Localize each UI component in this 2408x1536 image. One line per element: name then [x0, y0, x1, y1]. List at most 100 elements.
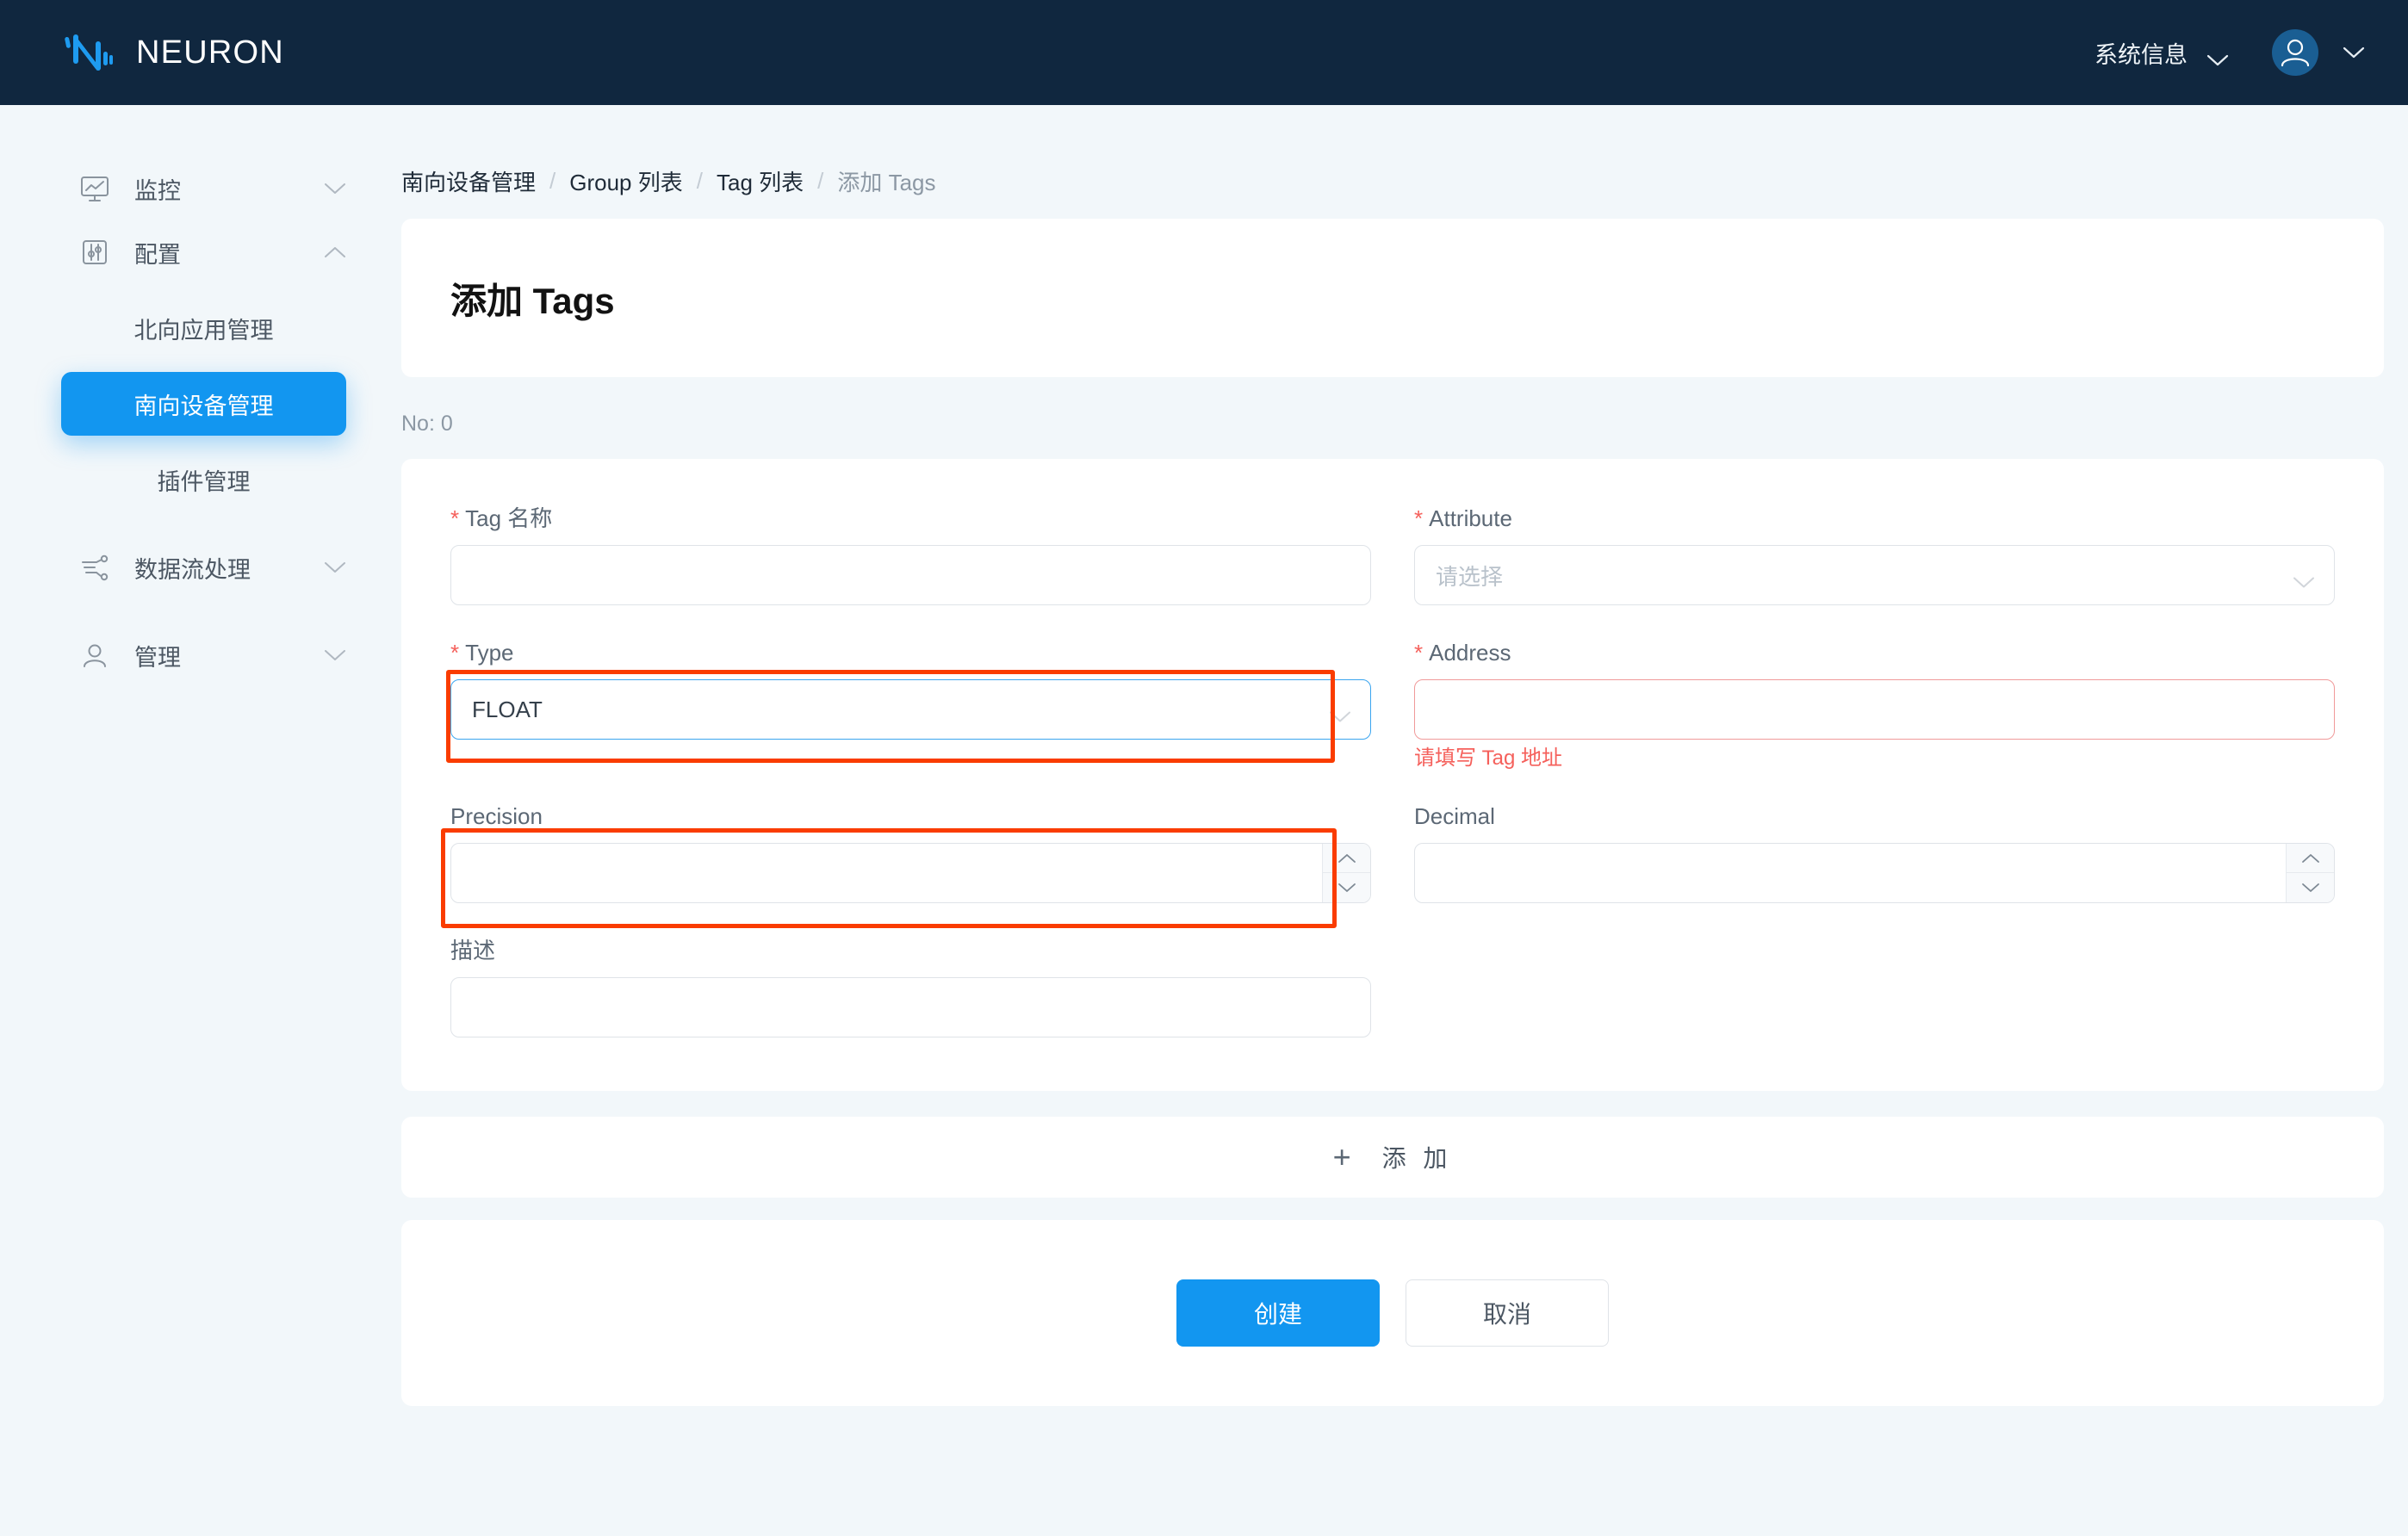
attribute-placeholder: 请选择: [1436, 563, 1504, 590]
required-asterisk: *: [450, 505, 460, 531]
sidebar-item-label: 监控: [134, 177, 181, 204]
field-label-address: * Address: [1414, 641, 2335, 664]
precision-stepper[interactable]: [1322, 844, 1370, 902]
chevron-down-icon: [2293, 569, 2315, 588]
breadcrumb-separator: /: [817, 167, 824, 194]
top-bar: NEURON 系统信息: [0, 0, 2408, 105]
monitor-chart-icon: [78, 171, 112, 206]
add-tag-row-button[interactable]: + 添 加: [401, 1117, 2384, 1198]
page-title: 添加 Tags: [450, 280, 615, 321]
user-icon: [78, 638, 112, 672]
field-description: 描述: [450, 939, 1371, 1037]
tag-form-grid: * Tag 名称 * Attribute 请选择 * Type FLOAT * …: [450, 507, 2335, 1037]
address-input[interactable]: [1414, 679, 2335, 740]
breadcrumb: 南向设备管理 / Group 列表 / Tag 列表 / 添加 Tags: [377, 105, 2408, 195]
required-asterisk: *: [1414, 640, 1424, 666]
attribute-select[interactable]: 请选择: [1414, 545, 2335, 605]
tag-form-card: * Tag 名称 * Attribute 请选择 * Type FLOAT * …: [401, 459, 2384, 1091]
chevron-down-icon[interactable]: [2287, 873, 2334, 902]
sidebar-item-label: 管理: [134, 644, 181, 671]
field-label-description: 描述: [450, 939, 1371, 962]
decimal-input[interactable]: [1415, 844, 2286, 902]
chevron-down-icon: [2343, 46, 2365, 59]
plus-icon: +: [1332, 1139, 1351, 1174]
field-tag-name: * Tag 名称: [450, 507, 1371, 605]
chevron-up-icon: [324, 246, 346, 259]
breadcrumb-item-southbound[interactable]: 南向设备管理: [401, 165, 536, 197]
row-spacer: [450, 605, 1371, 641]
breadcrumb-item-add-tags: 添加 Tags: [837, 169, 936, 195]
breadcrumb-separator: /: [549, 167, 556, 194]
page-title-card: 添加 Tags: [401, 219, 2384, 377]
system-info-label: 系统信息: [2095, 41, 2188, 68]
brand-name: NEURON: [136, 34, 284, 71]
precision-input[interactable]: [451, 844, 1322, 902]
sliders-icon: [78, 235, 112, 269]
sidebar-item-northbound-apps[interactable]: 北向应用管理: [61, 296, 346, 360]
description-input[interactable]: [450, 977, 1371, 1037]
row-spacer: [450, 903, 1371, 939]
cancel-button[interactable]: 取消: [1406, 1279, 1609, 1347]
row-spacer: [1414, 903, 2335, 939]
chevron-down-icon: [324, 649, 346, 662]
sidebar-item-southbound-devices[interactable]: 南向设备管理: [61, 372, 346, 436]
sidebar-item-label: 数据流处理: [134, 556, 251, 583]
field-label-type: * Type: [450, 641, 1371, 664]
chevron-down-icon: [324, 561, 346, 574]
label-text: Address: [1429, 640, 1511, 666]
sidebar-item-config[interactable]: 配置: [0, 220, 377, 284]
type-select[interactable]: FLOAT: [450, 679, 1371, 740]
sidebar-item-label: 配置: [134, 241, 181, 268]
main-content: 南向设备管理 / Group 列表 / Tag 列表 / 添加 Tags 添加 …: [377, 105, 2408, 1536]
add-tag-row-label: 添 加: [1381, 1145, 1453, 1172]
create-button[interactable]: 创建: [1176, 1279, 1380, 1347]
label-text: Precision: [450, 803, 543, 829]
sidebar-item-monitor[interactable]: 监控: [0, 157, 377, 220]
chevron-up-icon[interactable]: [1323, 844, 1370, 873]
row-spacer: [450, 769, 1371, 805]
dataflow-icon: [78, 550, 112, 585]
field-decimal: Decimal: [1414, 805, 2335, 903]
field-label-precision: Precision: [450, 805, 1371, 827]
user-menu[interactable]: [2272, 29, 2365, 76]
tag-index-label: No: 0: [401, 412, 453, 436]
field-label-tag-name: * Tag 名称: [450, 507, 1371, 530]
chevron-down-icon: [2206, 46, 2229, 65]
label-text: Decimal: [1414, 803, 1495, 829]
required-asterisk: *: [1414, 505, 1424, 531]
field-type: * Type FLOAT: [450, 641, 1371, 769]
sidebar-sub-label: 北向应用管理: [133, 317, 274, 344]
neuron-logo-icon: [60, 26, 114, 79]
avatar: [2272, 29, 2318, 76]
row-spacer: [1414, 605, 2335, 641]
top-bar-right: 系统信息: [2095, 29, 2365, 76]
label-text: 描述: [450, 938, 496, 963]
address-error-message: 请填写 Tag 地址: [1414, 746, 1563, 770]
sidebar-item-dataflow[interactable]: 数据流处理: [0, 536, 377, 599]
type-selected-value: FLOAT: [472, 696, 543, 722]
decimal-number-input[interactable]: [1414, 843, 2335, 903]
label-text: Tag 名称: [465, 505, 553, 531]
brand[interactable]: NEURON: [60, 26, 284, 79]
system-info-menu[interactable]: 系统信息: [2095, 36, 2229, 70]
precision-number-input[interactable]: [450, 843, 1371, 903]
breadcrumb-item-tag-list[interactable]: Tag 列表: [717, 165, 804, 197]
field-address: * Address 请填写 Tag 地址: [1414, 641, 2335, 769]
breadcrumb-separator: /: [696, 167, 703, 194]
sidebar-item-plugins[interactable]: 插件管理: [61, 448, 346, 511]
breadcrumb-item-group-list[interactable]: Group 列表: [569, 165, 683, 197]
label-text: Attribute: [1429, 505, 1512, 531]
field-attribute: * Attribute 请选择: [1414, 507, 2335, 605]
field-description-spacer: [1414, 939, 2335, 1037]
tag-name-input[interactable]: [450, 545, 1371, 605]
chevron-down-icon[interactable]: [1323, 873, 1370, 902]
field-label-attribute: * Attribute: [1414, 507, 2335, 530]
required-asterisk: *: [450, 640, 460, 666]
sidebar-item-admin[interactable]: 管理: [0, 623, 377, 687]
sidebar-sub-label: 南向设备管理: [133, 393, 274, 419]
chevron-up-icon[interactable]: [2287, 844, 2334, 873]
row-spacer: [1414, 769, 2335, 805]
form-actions-card: 创建 取消: [401, 1220, 2384, 1406]
field-label-decimal: Decimal: [1414, 805, 2335, 827]
decimal-stepper[interactable]: [2286, 844, 2334, 902]
